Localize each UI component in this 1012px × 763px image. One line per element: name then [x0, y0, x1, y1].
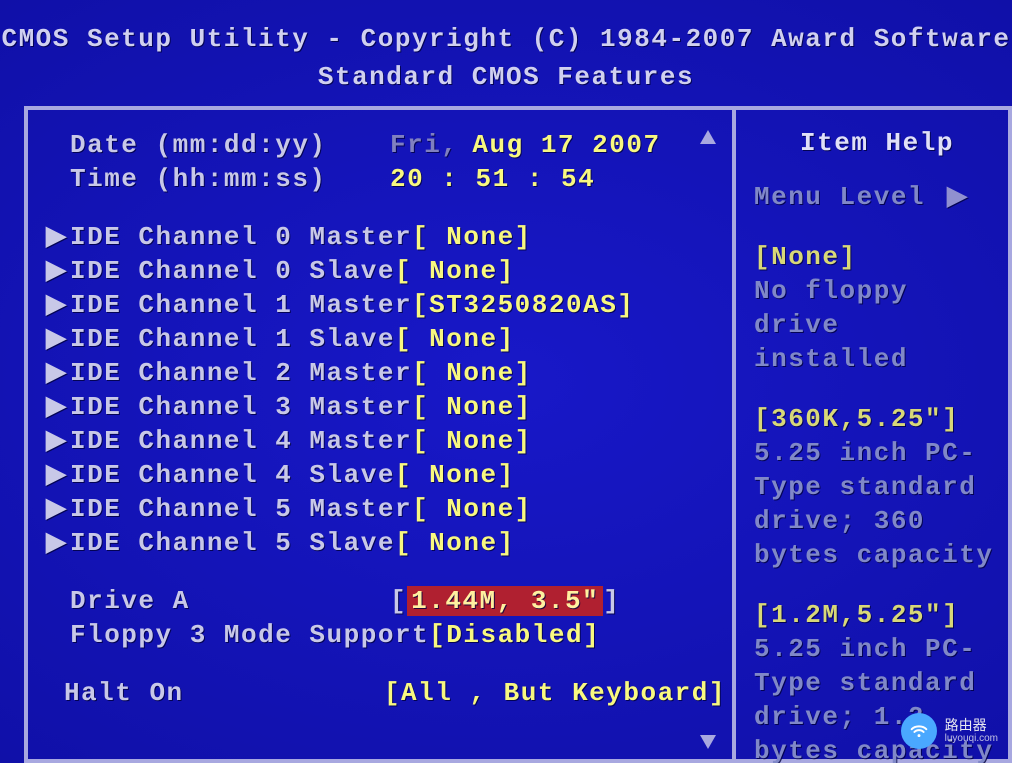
header: CMOS Setup Utility - Copyright (C) 1984-…: [0, 0, 1012, 92]
bios-screen: CMOS Setup Utility - Copyright (C) 1984-…: [0, 0, 1012, 763]
ide-row[interactable]: ▶IDE Channel 1 Slave[ None]: [46, 322, 726, 356]
ide-row[interactable]: ▶IDE Channel 4 Master[ None]: [46, 424, 726, 458]
ide-row[interactable]: ▶IDE Channel 5 Master[ None]: [46, 492, 726, 526]
ide-label: IDE Channel 5 Master: [70, 492, 412, 526]
ide-label: IDE Channel 2 Master: [70, 356, 412, 390]
ide-row[interactable]: ▶IDE Channel 0 Master[ None]: [46, 220, 726, 254]
help-opt1-desc: 5.25 inch PC-Type standard drive; 360 by…: [754, 436, 1000, 572]
date-value[interactable]: Aug 17 2007: [472, 128, 660, 162]
menu-level-label: Menu Level: [754, 180, 925, 214]
submenu-icon: ▶: [46, 424, 70, 458]
ide-row[interactable]: ▶IDE Channel 2 Master[ None]: [46, 356, 726, 390]
halt-on-row[interactable]: Halt On [All , But Keyboard]: [46, 676, 726, 710]
floppy3-label: Floppy 3 Mode Support: [70, 618, 429, 652]
header-copyright: CMOS Setup Utility - Copyright (C) 1984-…: [0, 24, 1012, 54]
ide-value: [ None]: [395, 526, 515, 560]
ide-value: [ None]: [412, 492, 532, 526]
header-subtitle: Standard CMOS Features: [0, 62, 1012, 92]
help-opt2-label: [1.2M,5.25"]: [754, 598, 1000, 632]
halt-on-label: Halt On: [64, 676, 384, 710]
ide-value: [ None]: [412, 356, 532, 390]
ide-label: IDE Channel 4 Slave: [70, 458, 395, 492]
item-help-panel: Item Help Menu Level ▶ [None] No floppy …: [736, 106, 1012, 763]
date-dayname: Fri,: [390, 128, 458, 162]
ide-row[interactable]: ▶IDE Channel 0 Slave[ None]: [46, 254, 726, 288]
date-row[interactable]: Date (mm:dd:yy) Fri, Aug 17 2007: [46, 128, 726, 162]
ide-row[interactable]: ▶IDE Channel 3 Master[ None]: [46, 390, 726, 424]
help-none-desc: No floppy drive installed: [754, 274, 1000, 376]
ide-label: IDE Channel 1 Master: [70, 288, 412, 322]
ide-label: IDE Channel 4 Master: [70, 424, 412, 458]
watermark-sub: luyouqi.com: [945, 733, 998, 744]
ide-label: IDE Channel 0 Master: [70, 220, 412, 254]
floppy3-row[interactable]: Floppy 3 Mode Support [Disabled]: [46, 618, 726, 652]
watermark: 路由器 luyouqi.com: [901, 713, 998, 749]
drive-a-label: Drive A: [70, 584, 390, 618]
ide-row[interactable]: ▶IDE Channel 4 Slave[ None]: [46, 458, 726, 492]
submenu-icon: ▶: [46, 220, 70, 254]
submenu-icon: ▶: [46, 322, 70, 356]
ide-value: [ None]: [412, 390, 532, 424]
scroll-up-icon[interactable]: [700, 130, 716, 144]
ide-value: [ None]: [412, 220, 532, 254]
submenu-icon: ▶: [46, 526, 70, 560]
submenu-icon: ▶: [46, 458, 70, 492]
time-label: Time (hh:mm:ss): [70, 162, 390, 196]
drive-a-selected: 1.44M, 3.5": [407, 586, 603, 616]
settings-panel: Date (mm:dd:yy) Fri, Aug 17 2007 Time (h…: [24, 106, 736, 763]
ide-value: [ None]: [395, 458, 515, 492]
help-opt1-label: [360K,5.25"]: [754, 402, 1000, 436]
submenu-icon: ▶: [46, 254, 70, 288]
ide-row[interactable]: ▶IDE Channel 5 Slave[ None]: [46, 526, 726, 560]
submenu-icon: ▶: [46, 390, 70, 424]
submenu-icon: ▶: [46, 288, 70, 322]
submenu-icon: ▶: [46, 356, 70, 390]
ide-value: [ None]: [395, 254, 515, 288]
ide-value: [ None]: [395, 322, 515, 356]
ide-label: IDE Channel 5 Slave: [70, 526, 395, 560]
drive-a-value: [1.44M, 3.5"]: [390, 584, 620, 618]
ide-label: IDE Channel 0 Slave: [70, 254, 395, 288]
floppy3-value: [Disabled]: [429, 618, 600, 652]
help-none-label: [None]: [754, 240, 1000, 274]
router-icon: [901, 713, 937, 749]
ide-label: IDE Channel 1 Slave: [70, 322, 395, 356]
help-title: Item Help: [754, 128, 1000, 158]
ide-label: IDE Channel 3 Master: [70, 390, 412, 424]
watermark-title: 路由器: [945, 718, 998, 733]
scrollbar[interactable]: [702, 130, 714, 749]
watermark-text: 路由器 luyouqi.com: [945, 718, 998, 744]
submenu-icon: ▶: [46, 492, 70, 526]
halt-on-value: [All , But Keyboard]: [384, 676, 726, 710]
scroll-down-icon[interactable]: [700, 735, 716, 749]
menu-level-icon: ▶: [947, 180, 969, 214]
ide-row[interactable]: ▶IDE Channel 1 Master[ST3250820AS]: [46, 288, 726, 322]
date-label: Date (mm:dd:yy): [70, 128, 390, 162]
ide-value: [ None]: [412, 424, 532, 458]
time-value[interactable]: 20 : 51 : 54: [390, 162, 595, 196]
help-body: Menu Level ▶ [None] No floppy drive inst…: [754, 180, 1000, 763]
drive-a-row[interactable]: Drive A [1.44M, 3.5"]: [46, 584, 726, 618]
menu-level-row: Menu Level ▶: [754, 180, 1000, 214]
ide-value: [ST3250820AS]: [412, 288, 634, 322]
time-row[interactable]: Time (hh:mm:ss) 20 : 51 : 54: [46, 162, 726, 196]
panels: Date (mm:dd:yy) Fri, Aug 17 2007 Time (h…: [24, 106, 1012, 763]
